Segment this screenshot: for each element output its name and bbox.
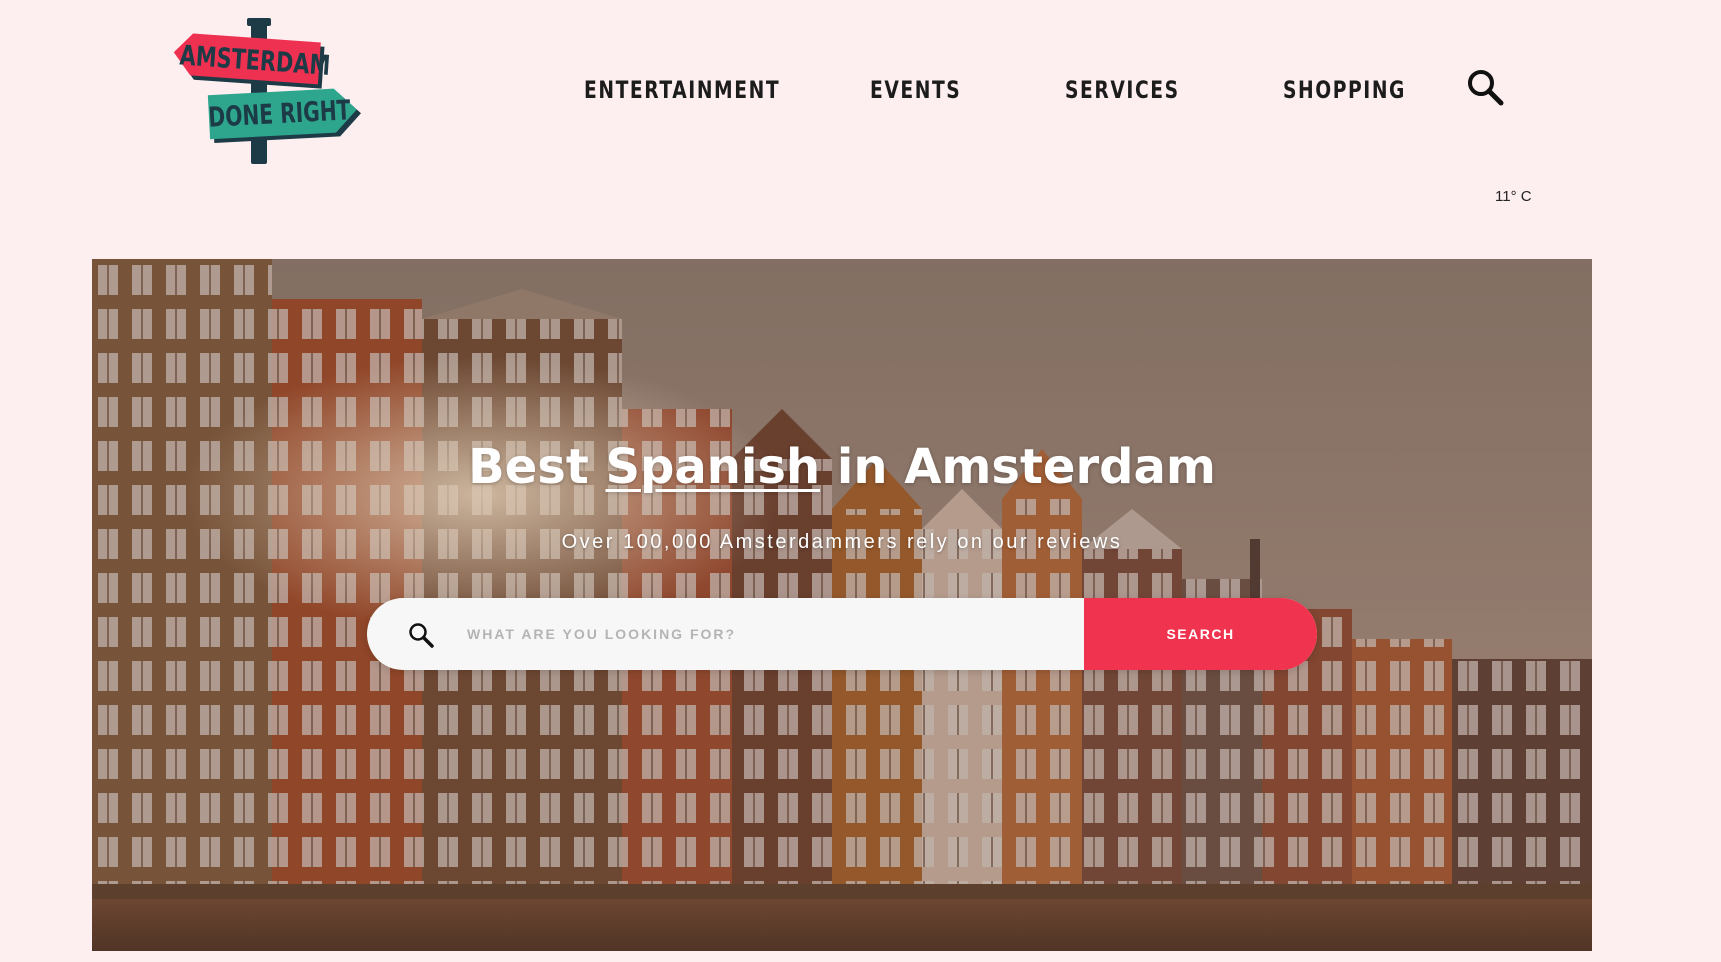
hero-title-prefix: Best xyxy=(468,439,606,495)
main-nav: ENTERTAINMENT EVENTS SERVICES SHOPPING xyxy=(0,70,1721,110)
page: AMSTERDAM DONE RIGHT ENTERTAINMENT EVENT… xyxy=(0,0,1721,962)
hero-title-suffix: in Amsterdam xyxy=(820,439,1216,495)
search-button[interactable]: SEARCH xyxy=(1084,598,1317,670)
hero-subtitle: Over 100,000 Amsterdammers rely on our r… xyxy=(561,531,1123,553)
search-input[interactable] xyxy=(467,598,1067,670)
nav-item-shopping[interactable]: SHOPPING xyxy=(1283,70,1406,110)
hero-banner: Best Spanish in Amsterdam Over 100,000 A… xyxy=(92,259,1592,951)
nav-item-services[interactable]: SERVICES xyxy=(1065,70,1180,110)
hero-search-form: SEARCH xyxy=(367,598,1317,670)
weather-readout: 11° C xyxy=(1495,188,1532,205)
nav-item-events[interactable]: EVENTS xyxy=(870,70,961,110)
hero-title: Best Spanish in Amsterdam xyxy=(92,439,1592,495)
hero-title-category-link[interactable]: Spanish xyxy=(605,439,820,495)
nav-item-entertainment[interactable]: ENTERTAINMENT xyxy=(584,70,780,110)
header-search-button[interactable] xyxy=(1466,68,1506,108)
search-icon xyxy=(1468,70,1504,106)
search-icon xyxy=(407,621,435,649)
